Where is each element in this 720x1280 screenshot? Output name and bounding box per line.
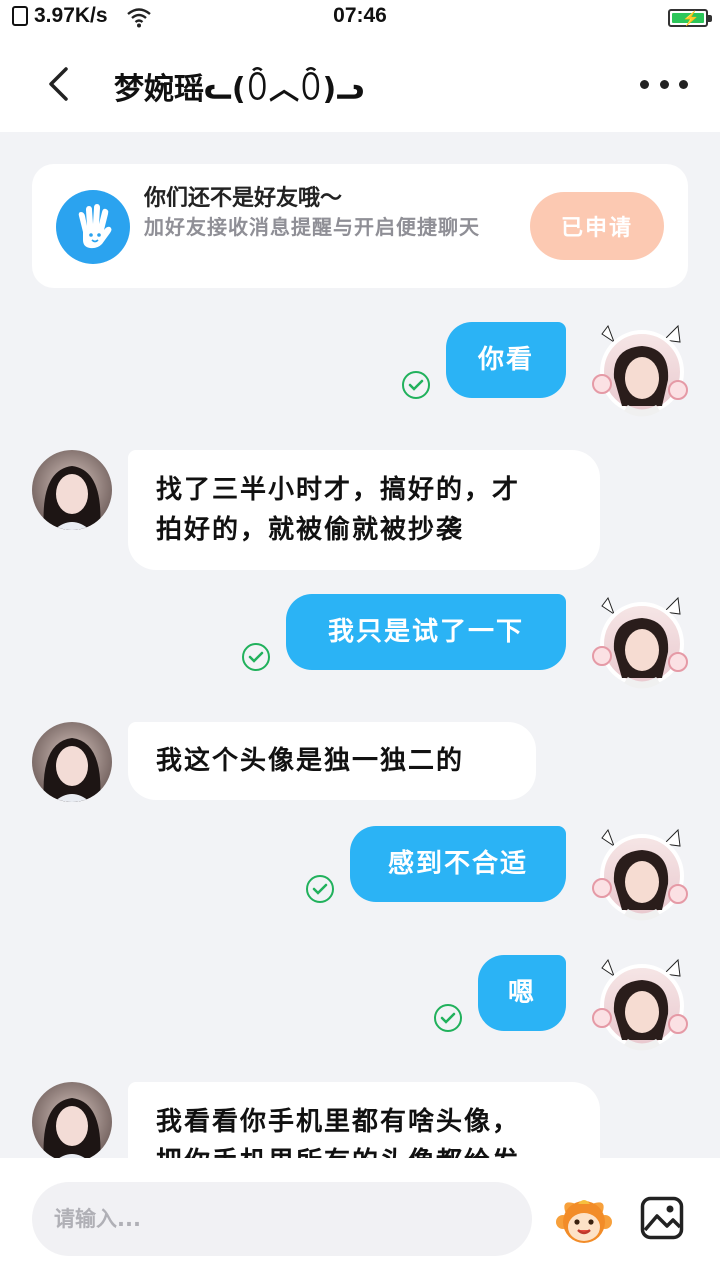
- read-check-icon: [402, 371, 430, 399]
- dot-icon: [659, 79, 669, 89]
- read-check-icon: [306, 875, 334, 903]
- more-options-button[interactable]: [640, 70, 688, 98]
- chat-header: 梦婉瑶ᓚ(ꄱ︿ꄱ)ᓗ: [0, 34, 720, 132]
- dot-icon: [640, 79, 649, 89]
- status-bar: 3.97K/s 07:46 ⚡: [0, 0, 720, 34]
- notice-subtitle: 加好友接收消息提醒与开启便捷聊天: [144, 215, 480, 239]
- message-text: 你看: [477, 345, 534, 375]
- applied-button[interactable]: 已申请: [530, 192, 664, 260]
- self-avatar[interactable]: [592, 320, 688, 420]
- image-button[interactable]: [640, 1196, 684, 1240]
- contact-avatar[interactable]: [32, 1082, 112, 1162]
- message-text-line: 我看看你手机里都有啥头像，: [156, 1107, 521, 1137]
- message-bubble-in[interactable]: 我这个头像是独一独二的: [128, 722, 536, 800]
- message-bubble-out[interactable]: 我只是试了一下: [286, 594, 566, 670]
- friend-notice-card: 你们还不是好友哦～ 加好友接收消息提醒与开启便捷聊天 已申请: [32, 164, 688, 288]
- read-check-icon: [242, 643, 270, 671]
- self-avatar[interactable]: [592, 592, 688, 692]
- input-bar: [0, 1158, 720, 1280]
- message-bubble-in[interactable]: 找了三半小时才，搞好的，才 拍好的，就被偷就被抄袭: [128, 450, 600, 570]
- message-text: 我这个头像是独一独二的: [156, 746, 465, 776]
- message-bubble-out[interactable]: 嗯: [478, 955, 566, 1031]
- notice-title: 你们还不是好友哦～: [144, 186, 343, 211]
- contact-avatar[interactable]: [32, 722, 112, 802]
- dot-icon: [679, 79, 688, 89]
- hand-wave-icon: [56, 190, 130, 264]
- read-check-icon: [434, 1004, 462, 1032]
- chevron-left-icon: [49, 67, 68, 101]
- image-icon: [640, 1196, 684, 1240]
- battery-icon: ⚡: [668, 9, 712, 27]
- contact-avatar[interactable]: [32, 450, 112, 530]
- monkey-emoji-icon: [556, 1200, 612, 1243]
- message-text-line: 拍好的，就被偷就被抄袭: [156, 515, 465, 545]
- message-input[interactable]: [32, 1182, 532, 1256]
- back-button[interactable]: [38, 62, 78, 106]
- status-time: 07:46: [333, 4, 387, 27]
- self-avatar[interactable]: [592, 954, 688, 1054]
- message-text-line: 找了三半小时才，搞好的，才: [156, 475, 521, 505]
- message-bubble-out[interactable]: 感到不合适: [350, 826, 566, 902]
- message-text: 嗯: [507, 978, 536, 1008]
- message-text: 我只是试了一下: [327, 617, 524, 647]
- emoji-button[interactable]: [556, 1194, 612, 1246]
- chat-title: 梦婉瑶ᓚ(ꄱ︿ꄱ)ᓗ: [114, 72, 365, 107]
- message-text: 感到不合适: [387, 849, 528, 879]
- message-bubble-out[interactable]: 你看: [446, 322, 566, 398]
- self-avatar[interactable]: [592, 824, 688, 924]
